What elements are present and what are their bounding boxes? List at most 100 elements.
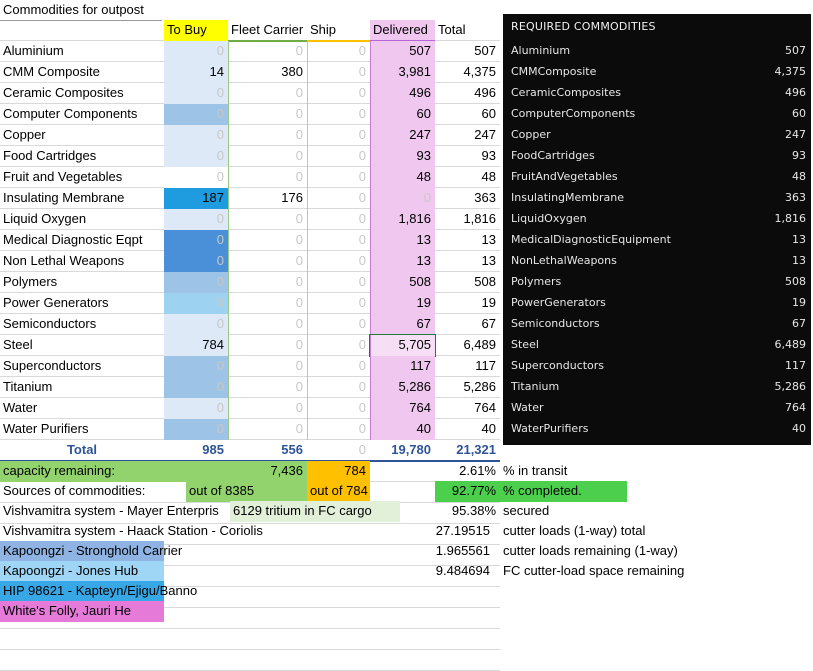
- to-buy-cell[interactable]: 0: [164, 398, 228, 419]
- completed-label[interactable]: % completed.: [500, 481, 627, 502]
- header-delivered[interactable]: Delivered: [370, 20, 435, 41]
- fleet-carrier-cell[interactable]: 0: [228, 398, 307, 419]
- delivered-cell[interactable]: 5,286: [370, 377, 435, 398]
- ship-cell[interactable]: 0: [307, 272, 370, 293]
- commodity-name[interactable]: Insulating Membrane: [0, 188, 164, 209]
- total-cell[interactable]: 1,816: [435, 209, 500, 230]
- fleet-carrier-cell[interactable]: 0: [228, 419, 307, 440]
- fleet-carrier-cell[interactable]: 0: [228, 125, 307, 146]
- to-buy-cell[interactable]: 0: [164, 146, 228, 167]
- commodity-name[interactable]: Power Generators: [0, 293, 164, 314]
- ship-cell[interactable]: 0: [307, 125, 370, 146]
- to-buy-cell[interactable]: 0: [164, 419, 228, 440]
- commodity-name[interactable]: Steel: [0, 335, 164, 356]
- total-cell[interactable]: 5,286: [435, 377, 500, 398]
- delivered-cell[interactable]: 0: [370, 188, 435, 209]
- delivered-cell[interactable]: 507: [370, 41, 435, 62]
- fleet-carrier-cell[interactable]: 0: [228, 104, 307, 125]
- ship-cell[interactable]: 0: [307, 146, 370, 167]
- fleet-carrier-cell[interactable]: 176: [228, 188, 307, 209]
- fleet-carrier-cell[interactable]: 0: [228, 41, 307, 62]
- to-buy-cell[interactable]: 0: [164, 41, 228, 62]
- total-cell[interactable]: 4,375: [435, 62, 500, 83]
- ship-out-of[interactable]: out of 784: [307, 481, 370, 502]
- source-name[interactable]: HIP 98621 - Kapteyn/Ejigu/Banno: [0, 581, 197, 602]
- commodity-name[interactable]: Semiconductors: [0, 314, 164, 335]
- sources-label[interactable]: Sources of commodities:: [0, 481, 164, 502]
- total-cell[interactable]: 363: [435, 188, 500, 209]
- stat-value[interactable]: 9.484694: [425, 561, 494, 582]
- delivered-cell[interactable]: 508: [370, 272, 435, 293]
- completed-pct[interactable]: 92.77%: [435, 481, 500, 502]
- totals-label[interactable]: Total: [0, 440, 164, 461]
- to-buy-cell[interactable]: 0: [164, 125, 228, 146]
- stat-value[interactable]: 1.965561: [425, 541, 494, 562]
- fleet-carrier-cell[interactable]: 0: [228, 293, 307, 314]
- total-cell[interactable]: 764: [435, 398, 500, 419]
- source-vishvamitra-mayer[interactable]: Vishvamitra system - Mayer Enterpris: [0, 501, 228, 522]
- total-cell[interactable]: 508: [435, 272, 500, 293]
- total-cell[interactable]: 40: [435, 419, 500, 440]
- commodity-name[interactable]: Food Cartridges: [0, 146, 164, 167]
- fleet-carrier-cell[interactable]: 0: [228, 335, 307, 356]
- ship-cell[interactable]: 0: [307, 419, 370, 440]
- capacity-fleet-carrier[interactable]: 7,436: [228, 461, 307, 482]
- ship-cell[interactable]: 0: [307, 209, 370, 230]
- delivered-cell[interactable]: 5,705: [369, 334, 436, 357]
- delivered-cell[interactable]: 13: [370, 251, 435, 272]
- commodity-name[interactable]: Water Purifiers: [0, 419, 164, 440]
- delivered-cell[interactable]: 67: [370, 314, 435, 335]
- to-buy-cell[interactable]: 0: [164, 251, 228, 272]
- delivered-cell[interactable]: 247: [370, 125, 435, 146]
- to-buy-cell[interactable]: 0: [164, 293, 228, 314]
- commodity-name[interactable]: Medical Diagnostic Eqpt: [0, 230, 164, 251]
- in-transit-pct[interactable]: 2.61%: [370, 461, 500, 482]
- fleet-carrier-cell[interactable]: 0: [228, 83, 307, 104]
- source-name[interactable]: White's Folly, Jauri He: [0, 601, 164, 622]
- fc-out-of[interactable]: out of 8385: [186, 481, 307, 502]
- total-cell[interactable]: 496: [435, 83, 500, 104]
- ship-cell[interactable]: 0: [307, 104, 370, 125]
- ship-cell[interactable]: 0: [307, 398, 370, 419]
- ship-cell[interactable]: 0: [307, 314, 370, 335]
- ship-cell[interactable]: 0: [307, 167, 370, 188]
- commodity-name[interactable]: Liquid Oxygen: [0, 209, 164, 230]
- commodity-name[interactable]: CMM Composite: [0, 62, 164, 83]
- to-buy-cell[interactable]: 0: [164, 167, 228, 188]
- capacity-label[interactable]: capacity remaining:: [0, 461, 228, 482]
- source-name[interactable]: Kapoongzi - Stronghold Carrier: [0, 541, 182, 562]
- header-fleet-carrier[interactable]: Fleet Carrier: [228, 20, 307, 41]
- fleet-carrier-cell[interactable]: 0: [228, 167, 307, 188]
- source-name[interactable]: Vishvamitra system - Haack Station - Cor…: [0, 521, 280, 542]
- total-cell[interactable]: 13: [435, 230, 500, 251]
- stat-value[interactable]: 27.19515: [425, 521, 494, 542]
- fleet-carrier-cell[interactable]: 0: [228, 356, 307, 377]
- totals-total[interactable]: 21,321: [435, 440, 500, 461]
- delivered-cell[interactable]: 19: [370, 293, 435, 314]
- ship-cell[interactable]: 0: [307, 356, 370, 377]
- fleet-carrier-cell[interactable]: 380: [228, 62, 307, 83]
- delivered-cell[interactable]: 764: [370, 398, 435, 419]
- delivered-cell[interactable]: 48: [370, 167, 435, 188]
- total-cell[interactable]: 67: [435, 314, 500, 335]
- fleet-carrier-cell[interactable]: 0: [228, 272, 307, 293]
- delivered-cell[interactable]: 60: [370, 104, 435, 125]
- delivered-cell[interactable]: 496: [370, 83, 435, 104]
- total-cell[interactable]: 117: [435, 356, 500, 377]
- fleet-carrier-cell[interactable]: 0: [228, 314, 307, 335]
- delivered-cell[interactable]: 93: [370, 146, 435, 167]
- stat-label[interactable]: FC cutter-load space remaining: [500, 561, 700, 582]
- source-name[interactable]: Kapoongzi - Jones Hub: [0, 561, 164, 582]
- to-buy-cell[interactable]: 0: [164, 104, 228, 125]
- secured-pct[interactable]: 95.38%: [435, 501, 500, 522]
- total-cell[interactable]: 507: [435, 41, 500, 62]
- delivered-cell[interactable]: 13: [370, 230, 435, 251]
- delivered-cell[interactable]: 117: [370, 356, 435, 377]
- commodity-name[interactable]: Titanium: [0, 377, 164, 398]
- header-total[interactable]: Total: [435, 20, 500, 41]
- total-cell[interactable]: 93: [435, 146, 500, 167]
- fleet-carrier-cell[interactable]: 0: [228, 146, 307, 167]
- commodity-name[interactable]: Non Lethal Weapons: [0, 251, 164, 272]
- total-cell[interactable]: 60: [435, 104, 500, 125]
- commodity-name[interactable]: Polymers: [0, 272, 164, 293]
